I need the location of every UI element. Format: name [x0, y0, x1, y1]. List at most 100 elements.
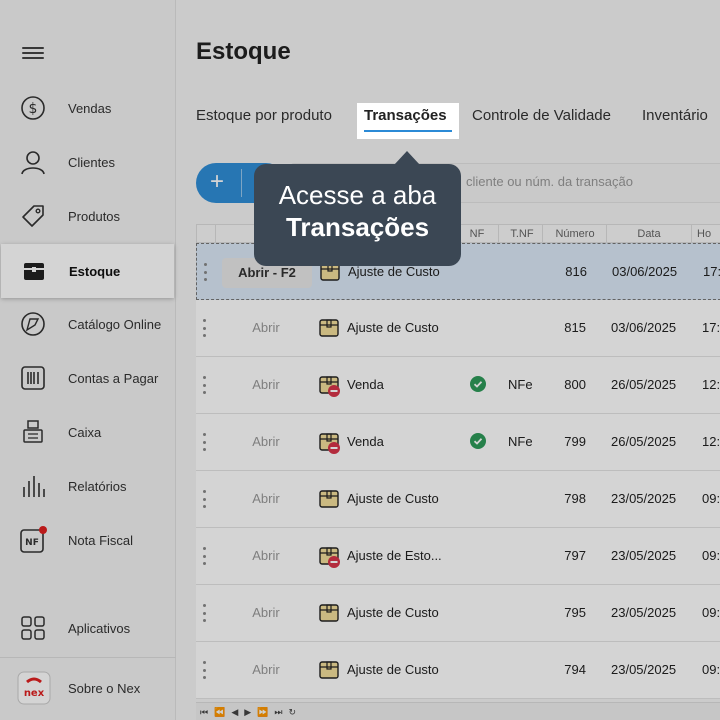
bar-chart-icon [18, 471, 48, 501]
row-menu-icon[interactable] [204, 263, 208, 281]
table-row[interactable]: Abrir Venda NFe 800 26/05/2025 12:4 [196, 357, 720, 414]
catalog-icon [18, 309, 48, 339]
row-menu-icon[interactable] [203, 490, 207, 508]
tab-controle-de-validade[interactable]: Controle de Validade [472, 107, 611, 124]
column-divider [215, 225, 216, 242]
box-icon [319, 545, 340, 568]
open-button[interactable]: Abrir [236, 491, 296, 506]
sidebar-item-label: Produtos [68, 208, 121, 224]
refresh-icon[interactable]: ↻ [289, 707, 297, 717]
box-icon [19, 256, 49, 286]
apps-grid-icon [18, 613, 48, 643]
table-row[interactable]: Abrir Venda NFe 799 26/05/2025 12:4 [196, 414, 720, 471]
number-cell: 795 [564, 605, 586, 620]
table-row[interactable]: Abrir Ajuste de Esto... 797 23/05/2025 09: [196, 528, 720, 585]
sidebar-item-relatorios[interactable]: Relatórios [0, 459, 176, 513]
tab-inventario[interactable]: Inventário [642, 107, 708, 124]
open-button[interactable]: Abrir [236, 662, 296, 677]
number-cell: 816 [565, 264, 587, 279]
svg-text:nex: nex [24, 688, 45, 699]
table-row[interactable]: Abrir Ajuste de Custo 794 23/05/2025 09: [196, 642, 720, 699]
tooltip-line1: Acesse a aba [278, 180, 437, 210]
pager: ⏮ ⏪ ◀ ▶ ⏩ ⏭ ↻ [196, 702, 720, 720]
tag-icon [18, 201, 48, 231]
number-cell: 799 [564, 434, 586, 449]
hour-cell: 12:4 [702, 377, 720, 392]
prev-page-icon[interactable]: ◀ [231, 707, 238, 717]
column-header-tnf[interactable]: T.NF [502, 228, 542, 240]
row-menu-icon[interactable] [203, 433, 207, 451]
nex-logo: nex [16, 670, 52, 706]
box-icon [319, 659, 339, 679]
open-button[interactable]: Abrir [236, 548, 296, 563]
sidebar-item-produtos[interactable]: Produtos [0, 189, 176, 243]
sidebar-item-nota-fiscal[interactable]: NF Nota Fiscal [0, 513, 176, 567]
date-cell: 23/05/2025 [611, 605, 677, 620]
column-divider [606, 225, 607, 242]
transaction-type: Ajuste de Custo [347, 491, 439, 506]
row-menu-icon[interactable] [203, 376, 207, 394]
column-header-data[interactable]: Data [609, 228, 689, 240]
button-divider [241, 169, 242, 197]
sidebar-item-estoque[interactable]: Estoque [1, 244, 174, 298]
sidebar-item-clientes[interactable]: Clientes [0, 135, 176, 189]
tooltip-arrow [394, 151, 420, 165]
column-header-nf[interactable]: NF [462, 228, 492, 240]
last-page-icon[interactable]: ⏭ [274, 707, 282, 717]
column-divider [542, 225, 543, 242]
column-divider [691, 225, 692, 242]
open-button[interactable]: Abrir [236, 605, 296, 620]
page-title: Estoque [196, 38, 291, 65]
date-cell: 23/05/2025 [611, 491, 677, 506]
row-menu-icon[interactable] [203, 547, 207, 565]
sidebar-item-aplicativos[interactable]: Aplicativos [0, 601, 176, 655]
check-circle-icon [470, 376, 486, 392]
sidebar-item-label: Vendas [68, 100, 112, 116]
column-header-numero[interactable]: Número [545, 228, 605, 240]
table-row[interactable]: Abrir Ajuste de Custo 798 23/05/2025 09: [196, 471, 720, 528]
tnf-cell: NFe [508, 377, 533, 392]
transaction-type: Venda [347, 377, 384, 392]
tab-estoque-por-produto[interactable]: Estoque por produto [196, 107, 332, 124]
column-divider [498, 225, 499, 242]
sidebar-item-label: Catálogo Online [68, 316, 162, 332]
number-cell: 815 [564, 320, 586, 335]
transaction-type: Ajuste de Custo [347, 320, 439, 335]
menu-icon[interactable] [22, 44, 44, 62]
hour-cell: 17: [703, 264, 720, 279]
sidebar-item-vendas[interactable]: $ Vendas [0, 81, 176, 135]
next-page-icon[interactable]: ▶ [244, 707, 251, 717]
sidebar-item-contas-a-pagar[interactable]: Contas a Pagar [0, 351, 176, 405]
sidebar-divider [0, 657, 176, 658]
sidebar-item-caixa[interactable]: Caixa [0, 405, 176, 459]
transaction-type: Ajuste de Custo [347, 662, 439, 677]
tnf-cell: NFe [508, 434, 533, 449]
date-cell: 03/06/2025 [611, 320, 677, 335]
open-button[interactable]: Abrir [236, 377, 296, 392]
table-row[interactable]: Abrir Ajuste de Custo 795 23/05/2025 09: [196, 585, 720, 642]
number-cell: 794 [564, 662, 586, 677]
next-fast-icon[interactable]: ⏩ [257, 707, 268, 717]
column-header-hora[interactable]: Ho [697, 228, 720, 240]
sidebar-item-catalogo-online[interactable]: Catálogo Online [0, 297, 176, 351]
hour-cell: 12:4 [702, 434, 720, 449]
number-cell: 798 [564, 491, 586, 506]
first-page-icon[interactable]: ⏮ [200, 707, 208, 717]
sidebar-item-sobre-o-nex[interactable]: nex Sobre o Nex [0, 661, 176, 715]
prev-fast-icon[interactable]: ⏪ [214, 707, 225, 717]
date-cell: 23/05/2025 [611, 548, 677, 563]
sidebar-item-label: Clientes [68, 154, 115, 170]
open-button[interactable]: Abrir [236, 434, 296, 449]
hour-cell: 09: [702, 548, 720, 563]
table-row[interactable]: Abrir Ajuste de Custo 815 03/06/2025 17: [196, 300, 720, 357]
row-menu-icon[interactable] [203, 661, 207, 679]
search-input[interactable] [466, 174, 720, 189]
box-icon [319, 602, 339, 622]
row-menu-icon[interactable] [203, 604, 207, 622]
box-icon [319, 488, 339, 508]
plus-icon: + [210, 168, 225, 195]
open-button[interactable]: Abrir [236, 320, 296, 335]
row-menu-icon[interactable] [203, 319, 207, 337]
date-cell: 03/06/2025 [612, 264, 678, 279]
barcode-icon [18, 363, 48, 393]
